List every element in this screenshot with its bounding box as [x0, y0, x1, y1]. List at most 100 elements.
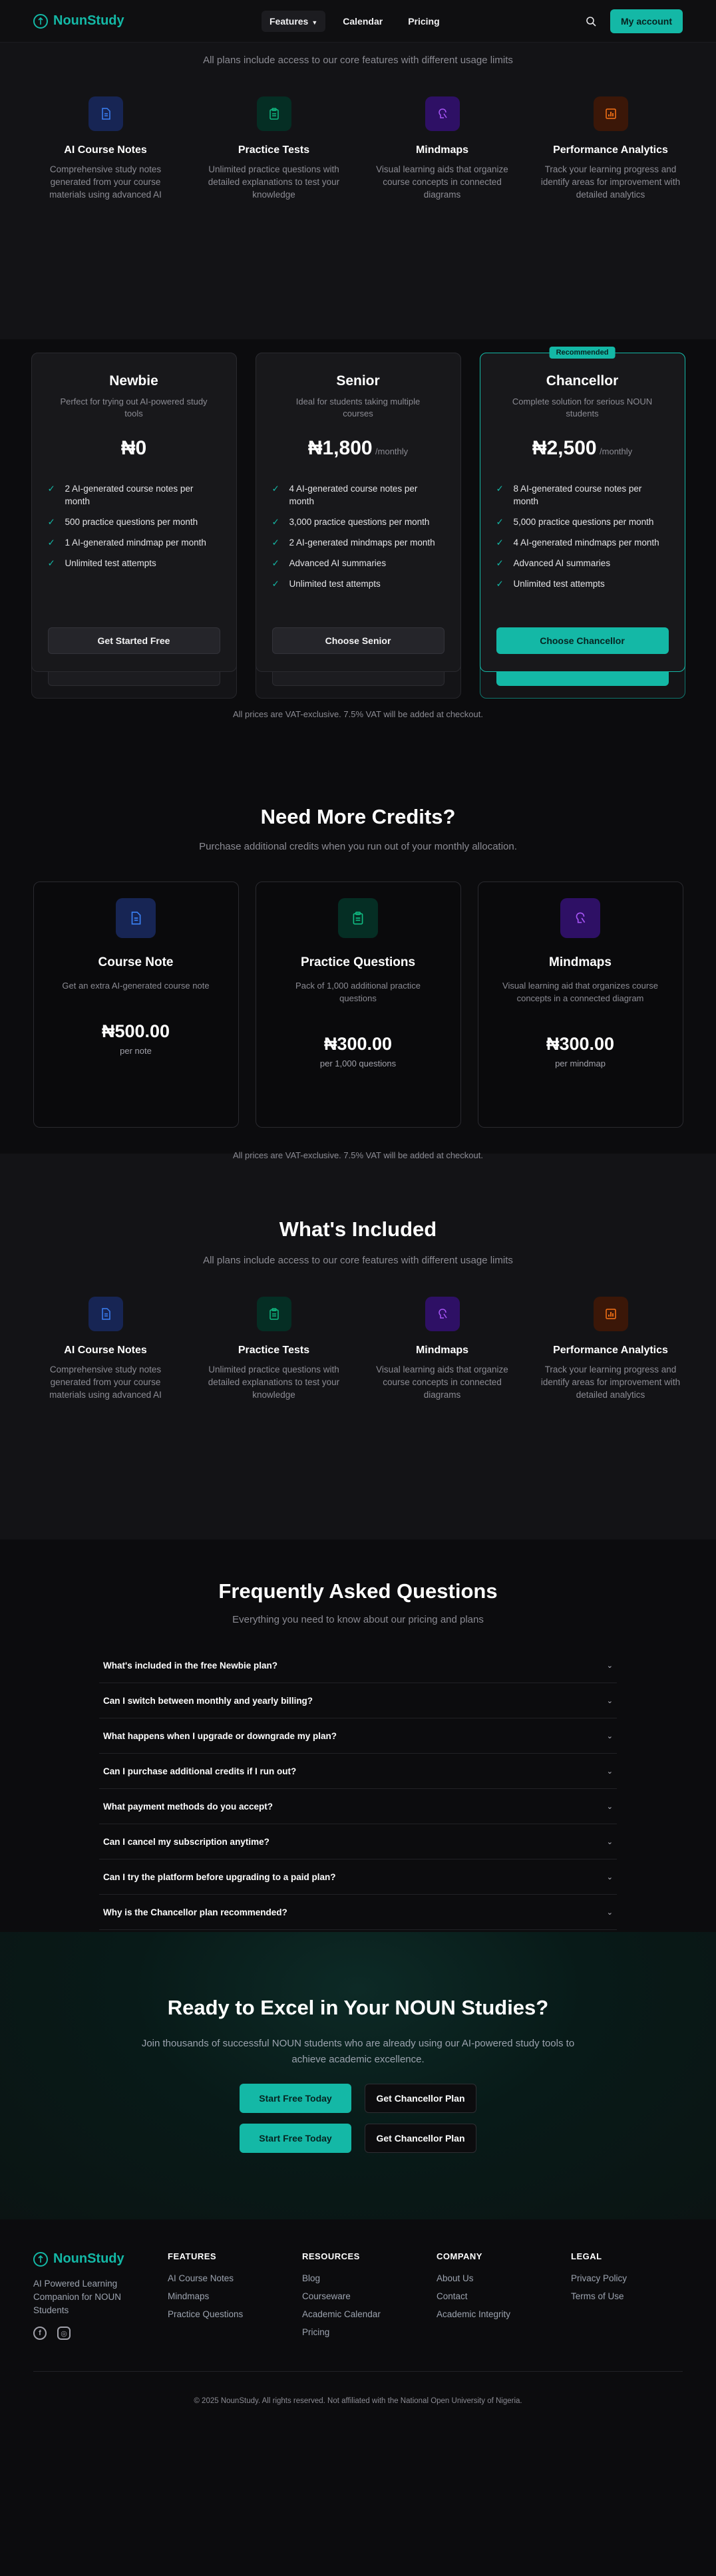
footer-link[interactable]: Practice Questions — [168, 2309, 302, 2319]
plan-features: ✓ 2 AI-generated course notes per month ✓… — [48, 482, 220, 569]
plan-feature-text: 5,000 practice questions per month — [513, 517, 654, 527]
plan-feature-text: 500 practice questions per month — [65, 517, 198, 527]
plan-feature: ✓ 5,000 practice questions per month — [496, 516, 669, 528]
search-icon[interactable] — [585, 15, 597, 27]
faq-question: Can I try the platform before upgrading … — [103, 1871, 336, 1882]
facebook-icon[interactable]: f — [33, 2327, 47, 2340]
footer-link[interactable]: Privacy Policy — [571, 2273, 677, 2283]
plan-desc: Complete solution for serious NOUN stude… — [512, 397, 653, 418]
check-icon: ✓ — [47, 538, 55, 548]
clipboard-icon — [256, 1297, 291, 1331]
plan-feature: ✓ 500 practice questions per month — [48, 516, 220, 528]
feature-card: AI Course Notes Comprehensive study note… — [32, 96, 179, 201]
plan-feature-text: 3,000 practice questions per month — [289, 517, 430, 527]
faq-item[interactable]: What's included in the free Newbie plan?… — [99, 1648, 617, 1683]
footer-link[interactable]: AI Course Notes — [168, 2273, 302, 2283]
footer-link[interactable]: Academic Calendar — [302, 2309, 437, 2319]
faq-item[interactable]: Can I try the platform before upgrading … — [99, 1859, 617, 1895]
logo-icon — [33, 2251, 48, 2267]
plan-card: Newbie Perfect for trying out AI-powered… — [31, 353, 237, 672]
feature-card: Practice Tests Unlimited practice questi… — [200, 96, 347, 201]
footer-link[interactable]: Contact — [437, 2291, 571, 2301]
footer-link[interactable]: Courseware — [302, 2291, 437, 2301]
get-chancellor-button[interactable]: Get Chancellor Plan — [365, 2124, 476, 2153]
footer-grid: NounStudy AI Powered Learning Companion … — [33, 2251, 683, 2345]
footer-link[interactable]: Blog — [302, 2273, 437, 2283]
credit-desc: Visual learning aid that organizes cours… — [502, 981, 658, 1003]
credit-title: Course Note — [98, 955, 174, 969]
feature-title: Practice Tests — [238, 1345, 310, 1356]
feature-card: Mindmaps Visual learning aids that organ… — [369, 96, 516, 201]
footer-link[interactable]: Mindmaps — [168, 2291, 302, 2301]
brand-name: NounStudy — [53, 13, 124, 28]
footer-col-company: COMPANY About Us Contact Academic Integr… — [437, 2251, 571, 2345]
check-icon: ✓ — [271, 517, 279, 527]
get-started-free-button[interactable]: Get Started Free — [47, 627, 220, 654]
plan-feature: ✓ 4 AI-generated mindmaps per month — [496, 536, 669, 549]
faq-item[interactable]: Why is the Chancellor plan recommended? ⌄ — [99, 1895, 617, 1930]
faq-item[interactable]: What payment methods do you accept? ⌄ — [99, 1789, 617, 1824]
credit-card-practice-questions: Practice Questions Pack of 1,000 additio… — [255, 882, 461, 1128]
footer-logo[interactable]: NounStudy — [33, 2251, 168, 2267]
faq-item[interactable]: Can I cancel my subscription anytime? ⌄ — [99, 1824, 617, 1859]
feature-text: Track your learning progress and identif… — [540, 164, 681, 200]
footer-link[interactable]: Pricing — [302, 2327, 437, 2337]
feature-card: Practice Tests Unlimited practice questi… — [200, 1297, 347, 1401]
get-chancellor-button[interactable]: Get Chancellor Plan — [365, 2084, 476, 2113]
check-icon: ✓ — [496, 517, 504, 527]
brand-logo[interactable]: NounStudy — [33, 13, 124, 29]
clipboard-icon — [256, 96, 291, 131]
choose-senior-button[interactable]: Choose Senior — [271, 627, 445, 654]
check-icon: ✓ — [496, 579, 504, 589]
footer-link[interactable]: Terms of Use — [571, 2291, 677, 2301]
nav-pricing[interactable]: Pricing — [400, 11, 447, 32]
faq-item[interactable]: What happens when I upgrade or downgrade… — [99, 1718, 617, 1754]
features-grid: AI Course Notes Comprehensive study note… — [32, 1297, 684, 1401]
credit-unit: per 1,000 questions — [319, 1058, 397, 1068]
plan-features: ✓ 8 AI-generated course notes per month ✓… — [496, 482, 669, 590]
plan-amount: ₦0 — [120, 437, 147, 459]
plan-features: ✓ 4 AI-generated course notes per month ✓… — [272, 482, 445, 590]
credits-title: Need More Credits? — [260, 805, 456, 828]
plan-amount: ₦1,800 — [307, 437, 373, 459]
plan-amount: ₦2,500 — [532, 437, 597, 459]
footer-col-features: FEATURES AI Course Notes Mindmaps Practi… — [168, 2251, 302, 2345]
plan-feature-text: 2 AI-generated mindmaps per month — [289, 538, 435, 548]
choose-chancellor-button[interactable]: Choose Chancellor — [496, 627, 669, 654]
feature-title: AI Course Notes — [64, 1345, 147, 1356]
start-free-button[interactable]: Start Free Today — [240, 2124, 351, 2153]
plan-card: Senior Ideal for students taking multipl… — [255, 353, 461, 672]
plan-feature-text: 8 AI-generated course notes per month — [513, 484, 642, 506]
check-icon: ✓ — [271, 484, 279, 494]
nav-actions: My account — [585, 9, 683, 33]
cta-text: Join thousands of successful NOUN studen… — [141, 2038, 575, 2065]
credit-desc: Get an extra AI-generated course note — [62, 981, 210, 991]
credit-title: Practice Questions — [300, 955, 416, 969]
chevron-down-icon: ⌄ — [606, 1732, 613, 1740]
plan-desc: Ideal for students taking multiple cours… — [295, 397, 421, 418]
chevron-down-icon: ⌄ — [606, 1767, 613, 1776]
faq-item[interactable]: Can I purchase additional credits if I r… — [99, 1754, 617, 1789]
footer-col-title: COMPANY — [437, 2251, 482, 2261]
start-free-button[interactable]: Start Free Today — [240, 2084, 351, 2113]
nav-calendar[interactable]: Calendar — [335, 11, 391, 32]
instagram-icon[interactable]: ◎ — [57, 2327, 71, 2340]
credit-unit: per mindmap — [555, 1058, 606, 1068]
chevron-down-icon: ⌄ — [606, 1661, 613, 1670]
plan-feature-text: Advanced AI summaries — [289, 558, 387, 568]
credits-subtitle: Purchase additional credits when you run… — [199, 841, 517, 852]
chevron-down-icon: ⌄ — [606, 1838, 613, 1846]
faq-question: What happens when I upgrade or downgrade… — [103, 1730, 337, 1741]
plan-feature-text: 1 AI-generated mindmap per month — [65, 538, 206, 548]
features-intro: All plans include access to our core fea… — [203, 55, 513, 66]
footer-link[interactable]: About Us — [437, 2273, 571, 2283]
document-icon — [116, 898, 156, 938]
faq-item[interactable]: Can I switch between monthly and yearly … — [99, 1683, 617, 1718]
footer-col-legal: LEGAL Privacy Policy Terms of Use — [571, 2251, 677, 2345]
nav-features[interactable]: Features ▼ — [261, 10, 326, 32]
cta-title: Ready to Excel in Your NOUN Studies? — [167, 1996, 549, 2019]
plan-feature: ✓ Unlimited test attempts — [272, 577, 445, 590]
my-account-button[interactable]: My account — [610, 9, 683, 33]
feature-card: Mindmaps Visual learning aids that organ… — [369, 1297, 516, 1401]
footer-link[interactable]: Academic Integrity — [437, 2309, 571, 2319]
